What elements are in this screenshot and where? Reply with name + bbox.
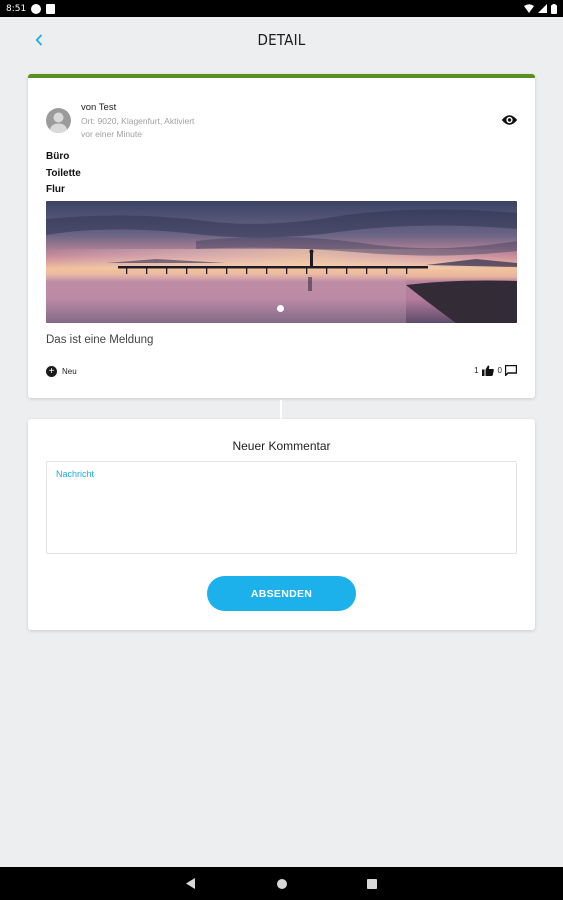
- message-input[interactable]: [56, 484, 506, 544]
- message-label: Nachricht: [56, 469, 95, 479]
- thread-connector: [280, 400, 282, 419]
- carousel-indicator-dot[interactable]: [277, 305, 284, 312]
- app-notification-icon: [31, 3, 42, 14]
- wifi-icon: [524, 4, 534, 13]
- plus-circle-icon: +: [46, 366, 57, 377]
- comment-card: Neuer Kommentar Nachricht ABSENDEN: [28, 419, 535, 630]
- thumbs-up-icon: [481, 365, 494, 376]
- status-time: 8:51: [6, 3, 27, 14]
- status-bar: 8:51: [0, 0, 563, 17]
- page-title: DETAIL: [257, 31, 306, 49]
- post-image[interactable]: [46, 201, 517, 323]
- post-time: vor einer Minute: [81, 129, 142, 139]
- battery-icon: [551, 3, 557, 14]
- nav-home-icon[interactable]: [277, 879, 287, 889]
- eye-icon[interactable]: [501, 113, 518, 125]
- system-nav-bar: [0, 867, 563, 900]
- category-item: Büro: [46, 151, 70, 162]
- category-item: Toilette: [46, 167, 81, 179]
- post-author: von Test: [81, 102, 117, 113]
- submit-button[interactable]: ABSENDEN: [207, 576, 356, 611]
- user-silhouette-icon: [49, 112, 68, 133]
- nav-back-icon[interactable]: [186, 878, 195, 889]
- comment-count: 0: [497, 366, 502, 375]
- category-item: Flur: [46, 184, 65, 195]
- category-list: Büro Toilette Flur: [46, 149, 81, 199]
- like-button[interactable]: 1: [474, 365, 494, 376]
- signal-icon: [538, 4, 547, 13]
- comment-icon: [505, 365, 517, 376]
- like-count: 1: [474, 366, 479, 375]
- message-field[interactable]: Nachricht: [46, 461, 517, 554]
- post-location: Ort: 9020, Klagenfurt, Aktiviert: [81, 116, 195, 126]
- status-label: Neu: [62, 367, 77, 376]
- post-card: von Test Ort: 9020, Klagenfurt, Aktivier…: [28, 74, 535, 398]
- sd-card-icon: [46, 3, 56, 14]
- nav-recents-icon[interactable]: [367, 879, 377, 889]
- status-right: [524, 3, 557, 14]
- comment-form-title: Neuer Kommentar: [232, 439, 331, 453]
- status-badge: + Neu: [46, 366, 77, 377]
- status-left: 8:51: [6, 3, 56, 14]
- app-header: DETAIL: [0, 17, 563, 65]
- post-text: Das ist eine Meldung: [46, 334, 154, 346]
- avatar: [46, 108, 71, 133]
- comment-button[interactable]: 0: [498, 365, 517, 376]
- post-counters: 1 0: [474, 365, 517, 376]
